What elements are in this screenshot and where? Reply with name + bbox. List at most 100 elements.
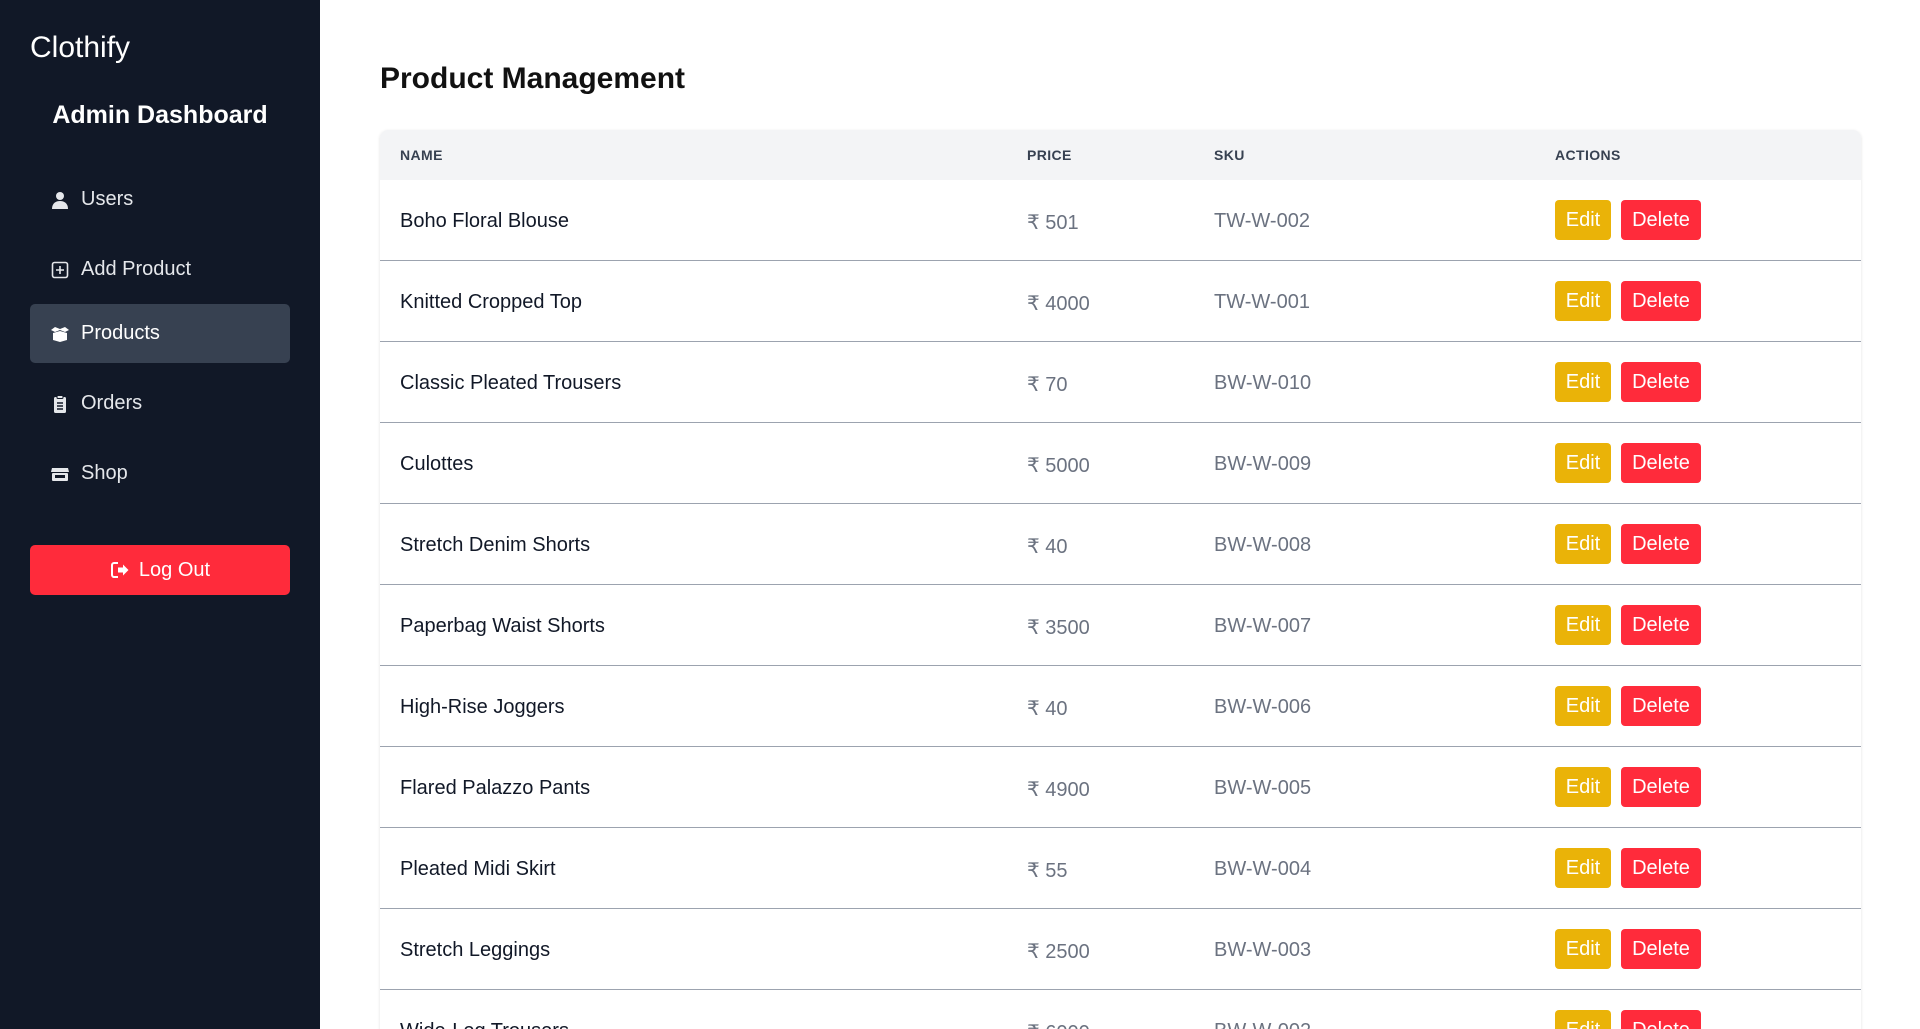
product-name: Stretch Denim Shorts bbox=[400, 534, 591, 556]
edit-button[interactable]: Edit bbox=[1555, 767, 1611, 807]
product-name: Knitted Cropped Top bbox=[400, 291, 582, 313]
product-name: Boho Floral Blouse bbox=[400, 210, 569, 232]
delete-button[interactable]: Delete bbox=[1621, 362, 1701, 402]
product-sku: TW-W-001 bbox=[1214, 291, 1310, 313]
edit-button[interactable]: Edit bbox=[1555, 1010, 1611, 1029]
product-sku: BW-W-004 bbox=[1214, 858, 1312, 880]
box-icon bbox=[50, 324, 70, 344]
column-header-sku[interactable]: SKU bbox=[1214, 147, 1245, 163]
sidebar-item-products[interactable]: Products bbox=[30, 304, 290, 363]
sidebar: Clothify Admin Dashboard Users Add Produ… bbox=[0, 0, 320, 1029]
product-sku: BW-W-002 bbox=[1214, 1020, 1311, 1029]
edit-button[interactable]: Edit bbox=[1555, 362, 1611, 402]
logout-button[interactable]: Log Out bbox=[30, 545, 290, 595]
edit-button[interactable]: Edit bbox=[1555, 848, 1611, 888]
product-price: ₹ 40 bbox=[1027, 698, 1068, 720]
product-price: ₹ 40 bbox=[1027, 536, 1068, 558]
row-actions: EditDelete bbox=[1555, 686, 1701, 726]
edit-button[interactable]: Edit bbox=[1555, 605, 1611, 645]
product-price: ₹ 5000 bbox=[1027, 455, 1090, 477]
product-sku: BW-W-010 bbox=[1214, 372, 1312, 394]
delete-button[interactable]: Delete bbox=[1621, 848, 1701, 888]
product-name: Wide-Leg Trousers bbox=[400, 1020, 569, 1029]
product-name: Flared Palazzo Pants bbox=[400, 777, 591, 799]
product-sku: BW-W-008 bbox=[1214, 534, 1312, 556]
row-actions: EditDelete bbox=[1555, 443, 1701, 483]
product-name: Stretch Leggings bbox=[400, 939, 551, 961]
edit-button[interactable]: Edit bbox=[1555, 524, 1611, 564]
delete-button[interactable]: Delete bbox=[1621, 281, 1701, 321]
edit-button[interactable]: Edit bbox=[1555, 200, 1611, 240]
sidebar-item-add-product[interactable]: Add Product bbox=[30, 240, 290, 299]
row-actions: EditDelete bbox=[1555, 605, 1701, 645]
sign-out-icon bbox=[110, 560, 130, 580]
sidebar-item-users[interactable]: Users bbox=[30, 170, 290, 229]
table-row: Stretch Denim Shorts ₹ 40 BW-W-008 Edit Dele… bbox=[380, 504, 1861, 585]
row-actions: EditDelete bbox=[1555, 767, 1701, 807]
products-table: NAME PRICE SKU ACTIONS Boho Floral Blous… bbox=[380, 130, 1861, 1029]
product-name: Paperbag Waist Shorts bbox=[400, 615, 605, 637]
table-row: Paperbag Waist Shorts ₹ 3500 BW-W-007 Edit D… bbox=[380, 585, 1861, 666]
product-price: ₹ 4900 bbox=[1027, 779, 1090, 801]
delete-button[interactable]: Delete bbox=[1621, 605, 1701, 645]
product-price: ₹ 3500 bbox=[1027, 617, 1090, 639]
main-content: Product Management NAME PRICE SKU ACTION… bbox=[320, 0, 1920, 1029]
table-row: Classic Pleated Trousers ₹ 70 BW-W-010 Edit… bbox=[380, 342, 1861, 423]
delete-button[interactable]: Delete bbox=[1621, 1010, 1701, 1029]
column-header-price[interactable]: PRICE bbox=[1027, 147, 1072, 163]
sidebar-item-label: Products bbox=[81, 322, 160, 344]
store-icon bbox=[50, 464, 70, 484]
product-sku: BW-W-006 bbox=[1214, 696, 1312, 718]
brand-logo[interactable]: Clothify bbox=[30, 31, 130, 65]
product-name: High-Rise Joggers bbox=[400, 696, 565, 718]
product-sku: BW-W-009 bbox=[1214, 453, 1312, 475]
sidebar-item-label: Users bbox=[81, 188, 134, 210]
sidebar-item-orders[interactable]: Orders bbox=[30, 374, 290, 433]
delete-button[interactable]: Delete bbox=[1621, 767, 1701, 807]
clipboard-icon bbox=[50, 394, 70, 414]
row-actions: EditDelete bbox=[1555, 848, 1701, 888]
delete-button[interactable]: Delete bbox=[1621, 200, 1701, 240]
table-row: Boho Floral Blouse ₹ 501 TW-W-002 Edit Delet… bbox=[380, 180, 1861, 261]
table-row: Pleated Midi Skirt ₹ 55 BW-W-004 Edit Delete bbox=[380, 828, 1861, 909]
table-row: Flared Palazzo Pants ₹ 4900 BW-W-005 Edit De… bbox=[380, 747, 1861, 828]
delete-button[interactable]: Delete bbox=[1621, 524, 1701, 564]
table-row: Knitted Cropped Top ₹ 4000 TW-W-001 Edit Del… bbox=[380, 261, 1861, 342]
plus-square-icon bbox=[50, 260, 70, 280]
edit-button[interactable]: Edit bbox=[1555, 686, 1611, 726]
table-body: Boho Floral Blouse ₹ 501 TW-W-002 Edit Delet… bbox=[380, 180, 1861, 1029]
row-actions: EditDelete bbox=[1555, 524, 1701, 564]
product-price: ₹ 501 bbox=[1027, 212, 1079, 234]
product-price: ₹ 6000 bbox=[1027, 1020, 1090, 1029]
row-actions: EditDelete bbox=[1555, 929, 1701, 969]
product-sku: BW-W-005 bbox=[1214, 777, 1312, 799]
product-name: Culottes bbox=[400, 453, 474, 475]
product-price: ₹ 2500 bbox=[1027, 941, 1090, 963]
row-actions: Edit Delete bbox=[1555, 1010, 1701, 1029]
sidebar-item-label: Shop bbox=[81, 462, 128, 484]
product-price: ₹ 70 bbox=[1027, 374, 1068, 396]
logout-label: Log Out bbox=[138, 558, 211, 581]
sidebar-item-shop[interactable]: Shop bbox=[30, 444, 290, 503]
table-row: Wide-Leg Trousers ₹ 6000 BW-W-002 Edit Delet… bbox=[380, 990, 1861, 1029]
sidebar-item-label: Add Product bbox=[81, 258, 192, 280]
delete-button[interactable]: Delete bbox=[1621, 686, 1701, 726]
user-icon bbox=[50, 190, 70, 210]
table-row: Culottes ₹ 5000 BW-W-009 Edit Delete bbox=[380, 423, 1861, 504]
dashboard-title: Admin Dashboard bbox=[52, 101, 268, 129]
delete-button[interactable]: Delete bbox=[1621, 929, 1701, 969]
edit-button[interactable]: Edit bbox=[1555, 281, 1611, 321]
product-price: ₹ 55 bbox=[1027, 860, 1068, 882]
product-name: Pleated Midi Skirt bbox=[400, 858, 556, 880]
delete-button[interactable]: Delete bbox=[1621, 443, 1701, 483]
product-name: Classic Pleated Trousers bbox=[400, 372, 622, 394]
column-header-name[interactable]: NAME bbox=[400, 147, 443, 163]
row-actions: EditDelete bbox=[1555, 200, 1701, 240]
table-row: Stretch Leggings ₹ 2500 BW-W-003 Edit Delete bbox=[380, 909, 1861, 990]
product-sku: TW-W-002 bbox=[1214, 210, 1310, 232]
edit-button[interactable]: Edit bbox=[1555, 443, 1611, 483]
sidebar-item-label: Orders bbox=[81, 392, 143, 414]
product-price: ₹ 4000 bbox=[1027, 293, 1090, 315]
row-actions: EditDelete bbox=[1555, 281, 1701, 321]
edit-button[interactable]: Edit bbox=[1555, 929, 1611, 969]
